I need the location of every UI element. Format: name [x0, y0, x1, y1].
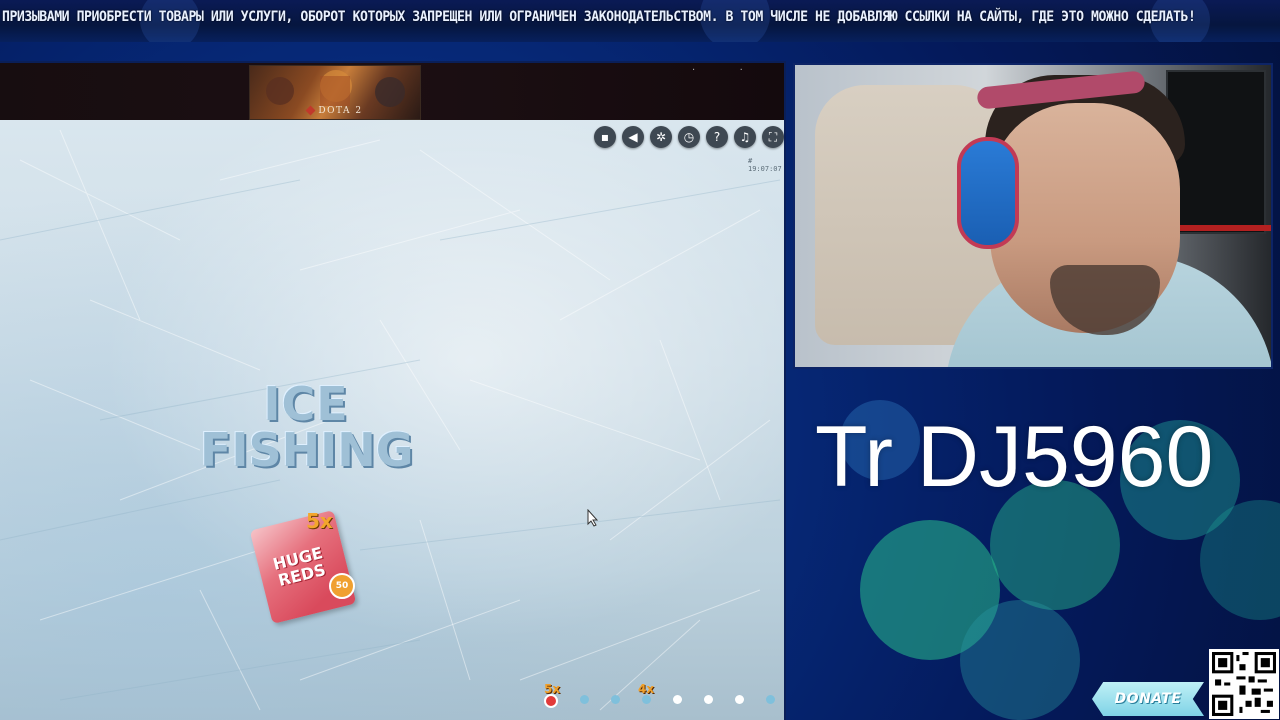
stream-title: Tr DJ5960 [815, 409, 1214, 505]
ticker-text: ПРИЗЫВАМИ ПРИОБРЕСТИ ТОВАРЫ ИЛИ УСЛУГИ, … [2, 9, 1196, 25]
bag-badge: 50 [329, 573, 355, 599]
game-header: DOTA 2 · · [0, 63, 784, 120]
game-clock: # 19:07:07 [748, 157, 782, 173]
dota-logo-icon [305, 105, 316, 116]
window-controls[interactable]: · · [692, 65, 743, 76]
settings-icon[interactable]: ✲ [650, 126, 672, 148]
bokeh-light [960, 600, 1080, 720]
fullscreen-icon[interactable]: ⛶ [762, 126, 784, 148]
qr-code[interactable] [1209, 649, 1279, 719]
ice-fishing-logo: ICE FISHING [200, 377, 414, 477]
track-dot [580, 695, 589, 704]
chat-icon[interactable]: ▪ [594, 126, 616, 148]
headset-icon[interactable]: ♫ [734, 126, 756, 148]
bag-multiplier: 5x [306, 509, 333, 533]
multiplier-track: 5x 4x [540, 682, 784, 715]
dota-ad-banner[interactable]: DOTA 2 [249, 65, 421, 120]
game-window: DOTA 2 · · ▪ ◀ ✲ ◷ ? ♫ ⛶ # 19:07:07 ICE … [0, 63, 784, 720]
track-dot [704, 695, 713, 704]
headset-earcup [957, 137, 1019, 249]
track-label-4x: 4x [638, 682, 655, 696]
track-current-marker [544, 694, 558, 708]
track-dot [611, 695, 620, 704]
logo-line-1: ICE [263, 377, 349, 431]
disclaimer-ticker: ПРИЗЫВАМИ ПРИОБРЕСТИ ТОВАРЫ ИЛИ УСЛУГИ, … [0, 0, 1280, 42]
webcam-feed [793, 63, 1273, 369]
track-dot [642, 695, 651, 704]
dota-label: DOTA 2 [318, 106, 363, 116]
mouse-cursor-icon [587, 509, 599, 527]
track-dot [766, 695, 775, 704]
track-dot [735, 695, 744, 704]
logo-line-2: FISHING [200, 423, 414, 477]
qr-code-icon [1212, 652, 1276, 716]
donate-label: DONATE [1114, 691, 1182, 707]
game-toolbar: ▪ ◀ ✲ ◷ ? ♫ ⛶ [594, 126, 784, 148]
track-dot [673, 695, 682, 704]
history-icon[interactable]: ◷ [678, 126, 700, 148]
sound-icon[interactable]: ◀ [622, 126, 644, 148]
donate-button[interactable]: DONATE [1092, 682, 1204, 716]
help-icon[interactable]: ? [706, 126, 728, 148]
